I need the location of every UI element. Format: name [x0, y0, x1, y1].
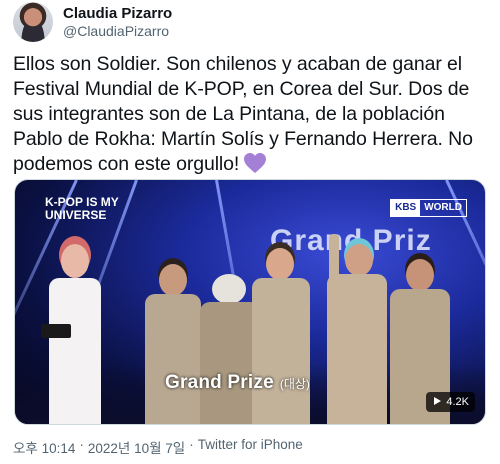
tweet-media-image[interactable]: Grand Priz K-POP IS MY UNIVERSE KBS WORL…: [14, 179, 486, 425]
group-member-figure: [325, 234, 389, 424]
tweet-metadata: 오후 10:14 · 2022년 10월 7일 · Twitter for iP…: [13, 437, 303, 457]
view-count: 4.2K: [446, 396, 469, 408]
view-count-badge: 4.2K: [426, 392, 475, 412]
author-display-name[interactable]: Claudia Pizarro: [63, 5, 172, 23]
purple-heart-icon: [243, 152, 267, 174]
show-logo-line2: UNIVERSE: [45, 208, 107, 222]
show-logo: K-POP IS MY UNIVERSE: [45, 196, 119, 222]
broadcaster-name: KBS: [391, 200, 421, 216]
tweet-text: Ellos son Soldier. Son chilenos y acaban…: [13, 52, 485, 177]
caption-main: Grand Prize: [165, 372, 274, 393]
play-icon: [432, 396, 442, 409]
broadcaster-channel: WORLD: [424, 202, 462, 213]
tweet-header: Claudia Pizarro @ClaudiaPizarro: [13, 0, 487, 44]
group-member-figure: [145, 264, 201, 424]
tweet-source[interactable]: Twitter for iPhone: [198, 437, 303, 457]
author-handle[interactable]: @ClaudiaPizarro: [63, 23, 172, 40]
tweet-date[interactable]: 2022년 10월 7일: [88, 437, 185, 457]
group-member-figure: [250, 248, 312, 424]
caption-sub: (대상): [279, 377, 310, 391]
broadcaster-badge: KBS WORLD: [390, 199, 467, 217]
meta-separator: ·: [79, 437, 84, 452]
tweet-time[interactable]: 오후 10:14: [13, 437, 75, 457]
avatar[interactable]: [13, 2, 53, 42]
presenter-figure: [41, 244, 105, 424]
broadcast-caption: Grand Prize (대상): [165, 372, 310, 394]
meta-separator: ·: [189, 437, 194, 452]
author-names: Claudia Pizarro @ClaudiaPizarro: [63, 5, 172, 40]
